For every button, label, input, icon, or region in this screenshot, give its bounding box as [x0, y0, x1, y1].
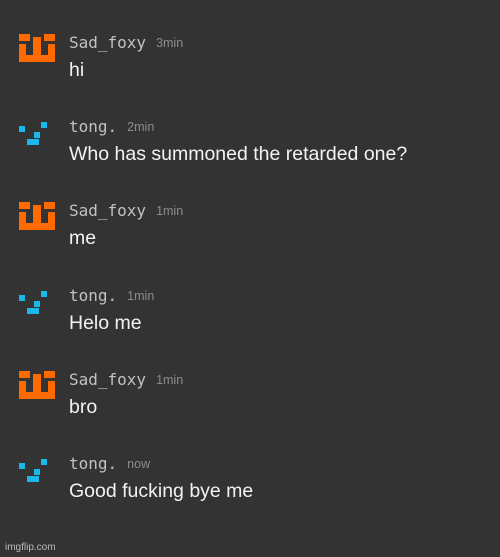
chat-message: Sad_foxy 1min me	[0, 202, 500, 262]
username[interactable]: Sad_foxy	[69, 201, 146, 220]
message-text: bro	[69, 396, 98, 418]
message-header: Sad_foxy 1min	[69, 202, 183, 220]
timestamp: now	[127, 457, 151, 471]
message-header: tong. now	[69, 455, 150, 473]
chat-message: tong. 2min Who has summoned the retarded …	[0, 118, 500, 178]
message-text: Who has summoned the retarded one?	[69, 143, 408, 165]
message-text: hi	[69, 59, 85, 81]
username[interactable]: tong.	[69, 454, 117, 473]
watermark: imgflip.com	[5, 542, 56, 553]
timestamp: 2min	[127, 120, 155, 134]
message-header: tong. 1min	[69, 287, 154, 305]
message-text: Helo me	[69, 312, 142, 334]
chat-message: Sad_foxy 3min hi	[0, 34, 500, 94]
username[interactable]: Sad_foxy	[69, 33, 146, 52]
message-text: Good fucking bye me	[69, 480, 254, 502]
username[interactable]: Sad_foxy	[69, 370, 146, 389]
blue-pixel-checkmark-icon[interactable]	[19, 455, 55, 491]
blue-pixel-checkmark-icon[interactable]	[19, 118, 55, 154]
message-header: tong. 2min	[69, 118, 154, 136]
orange-pixel-face-icon[interactable]	[19, 202, 55, 238]
username[interactable]: tong.	[69, 117, 117, 136]
orange-pixel-face-icon[interactable]	[19, 371, 55, 407]
timestamp: 1min	[156, 204, 184, 218]
chat-message: tong. 1min Helo me	[0, 287, 500, 347]
timestamp: 1min	[156, 373, 184, 387]
orange-pixel-face-icon[interactable]	[19, 34, 55, 70]
username[interactable]: tong.	[69, 286, 117, 305]
message-text: me	[69, 227, 97, 249]
message-header: Sad_foxy 1min	[69, 371, 183, 389]
chat-message: Sad_foxy 1min bro	[0, 371, 500, 431]
chat-message: tong. now Good fucking bye me	[0, 455, 500, 515]
message-header: Sad_foxy 3min	[69, 34, 183, 52]
timestamp: 1min	[127, 289, 155, 303]
timestamp: 3min	[156, 36, 184, 50]
blue-pixel-checkmark-icon[interactable]	[19, 287, 55, 323]
